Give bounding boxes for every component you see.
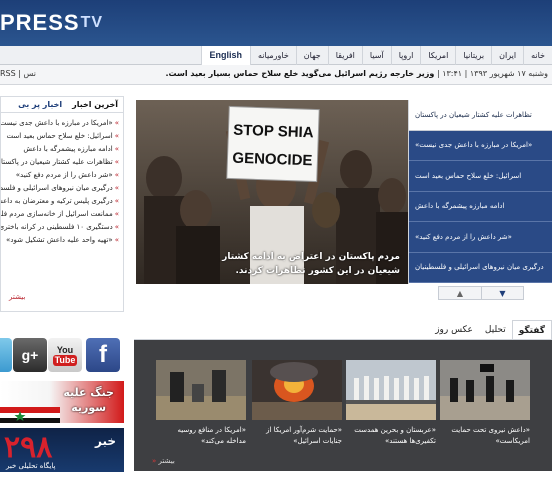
facebook-icon[interactable]: f — [86, 338, 120, 372]
gplus-label: g+ — [21, 347, 39, 363]
list-item[interactable]: درگیری میان نیروهای اسرائیلی و فلسطینی — [1, 182, 119, 195]
sign-text-2: GENOCIDE — [232, 150, 313, 170]
media-tabs: گفتگو تحلیل عکس روز — [420, 320, 552, 340]
video-item[interactable]: «عربستان و بحرین همدست تکفیری‌ها هستند» — [346, 360, 436, 447]
video-caption: «حمایت شرم‌آور امریکا از جنایات اسرائیل» — [266, 426, 342, 445]
slider-arrows: ▲ ▼ — [438, 286, 524, 300]
logo-tv: TV — [80, 14, 104, 31]
youtube-icon[interactable]: You Tube — [48, 338, 82, 372]
list-item[interactable]: «تهیه واحد علیه داعش تشکیل شود» — [1, 234, 119, 247]
video-thumbnail — [252, 360, 342, 420]
site-header: PRESS TV — [0, 0, 552, 46]
war-line-1: جنگ علیه — [63, 386, 114, 399]
video-thumbnail — [156, 360, 246, 420]
latest-tabs: آخرین اخبار اخبار پر بی — [1, 97, 123, 113]
nav-britain[interactable]: بریتانیا — [455, 45, 491, 65]
khabar-word: خبر — [94, 434, 116, 448]
gallery-more-link[interactable]: بیشتر — [152, 457, 175, 465]
tab-interview[interactable]: گفتگو — [511, 320, 552, 340]
headline-item[interactable]: درگیری میان نیروهای اسرائیلی و فلسطینیان — [409, 252, 552, 283]
nav-home[interactable]: خانه — [523, 45, 552, 65]
date-headline-bar: وشنبه ۱۷ شهریور ۱۳۹۳ | ۱۳:۴۱ | وزیر خارج… — [166, 69, 549, 78]
list-item[interactable]: دستگیری ۱۰ فلسطینی در کرانه باختری — [1, 221, 119, 234]
war-on-syria-banner[interactable]: جنگ علیه سوریه — [0, 381, 124, 423]
news-ticker: RSS | نس وشنبه ۱۷ شهریور ۱۳۹۳ | ۱۳:۴۱ | … — [0, 65, 552, 85]
ticker-headline[interactable]: وزیر خارجه رژیم اسرائیل می‌گوید خلع سلاح… — [166, 69, 435, 78]
featured-slider[interactable]: STOP SHIA GENOCIDE مردم پاکستان در اعترا… — [136, 100, 408, 284]
google-plus-icon[interactable]: g+ — [13, 338, 47, 372]
presstv-logo[interactable]: PRESS TV — [0, 10, 103, 36]
chevron-down-icon: ▼ — [499, 288, 506, 298]
tab-popular-news[interactable]: اخبار پر بی — [13, 97, 67, 112]
video-item[interactable]: «داعش نیروی تحت حمایت امریکاست» — [440, 360, 530, 447]
video-item[interactable]: «حمایت شرم‌آور امریکا از جنایات اسرائیل» — [252, 360, 342, 447]
khabar-banner[interactable]: ۲۹۸ خبر پایگاه تحلیلی خبر — [0, 428, 124, 472]
slider-headlines: تظاهرات علیه کشتار شیعیان در پاکستان «ام… — [408, 100, 552, 284]
nav-spacer — [0, 46, 160, 65]
headline-item[interactable]: «امریکا در مبارزه با داعش جدی نیست» — [409, 130, 552, 161]
main-nav: خانه ایران بریتانیا امریکا اروپا آسیا اف… — [160, 45, 552, 65]
khabar-number: ۲۹۸ — [4, 431, 53, 464]
headline-item[interactable]: اسرائیل: خلع سلاح حماس بعید است — [409, 161, 552, 192]
nav-asia[interactable]: آسیا — [361, 45, 391, 65]
video-caption: «عربستان و بحرین همدست تکفیری‌ها هستند» — [354, 426, 436, 445]
list-item[interactable]: اسرائیل: خلع سلاح حماس بعید است — [1, 130, 119, 143]
youtube-tube: Tube — [52, 354, 78, 366]
nav-middle-east[interactable]: خاورمیانه — [250, 45, 296, 65]
logo-text: PRESS — [0, 10, 80, 35]
latest-more-link[interactable]: بیشتر — [9, 293, 25, 301]
video-thumbnail — [346, 360, 436, 420]
facebook-label: f — [99, 341, 107, 368]
nav-america[interactable]: امریکا — [420, 45, 455, 65]
chevron-up-icon: ▲ — [456, 288, 464, 298]
nav-europe[interactable]: اروپا — [390, 45, 421, 65]
video-caption: «امریکا در منافع روسیه مداخله می‌کند» — [177, 426, 246, 445]
list-item[interactable]: ادامه مبارزه پیشمرگه با داعش — [1, 143, 119, 156]
list-item[interactable]: تظاهرات علیه کشتار شیعیان در پاکستان — [1, 156, 119, 169]
rss-link[interactable]: RSS | نس — [0, 69, 36, 78]
list-item[interactable]: ممانعت اسرائیل از خانه‌سازی مردم فلسطین — [1, 208, 119, 221]
headline-item[interactable]: ادامه مبارزه پیشمرگه با داعش — [409, 191, 552, 222]
tab-analysis[interactable]: تحلیل — [479, 320, 512, 340]
war-line-2: سوریه — [71, 401, 107, 414]
nav-africa[interactable]: افریقا — [327, 45, 362, 65]
list-item[interactable]: «شر داعش را از مردم دفع کنید» — [1, 169, 119, 182]
twitter-icon[interactable] — [0, 338, 12, 372]
khabar-tagline: پایگاه تحلیلی خبر — [6, 462, 56, 470]
tab-latest-news[interactable]: آخرین اخبار — [67, 97, 123, 112]
war-banner-text: جنگ علیه سوریه — [63, 385, 114, 415]
list-item[interactable]: درگیری پلیس ترکیه و معترضان به داعش — [1, 195, 119, 208]
social-links: g+ You Tube f — [0, 338, 124, 378]
latest-news-box: آخرین اخبار اخبار پر بی «امریکا در مبارز… — [0, 96, 124, 312]
youtube-you: You — [56, 344, 74, 355]
video-caption: «داعش نیروی تحت حمایت امریکاست» — [451, 426, 530, 445]
slider-caption[interactable]: مردم پاکستان در اعتراض به ادامه کشتار شی… — [222, 250, 400, 278]
video-gallery: «داعش نیروی تحت حمایت امریکاست» «عربستان… — [134, 340, 552, 471]
headline-item[interactable]: «شر داعش را از مردم دفع کنید» — [409, 222, 552, 253]
arrow-up-button[interactable]: ▲ — [439, 287, 481, 299]
nav-world[interactable]: جهان — [295, 45, 328, 65]
nav-iran[interactable]: ایران — [491, 45, 523, 65]
list-item[interactable]: «امریکا در مبارزه با داعش جدی نیست» — [1, 117, 119, 130]
video-thumbnail — [440, 360, 530, 420]
headline-item[interactable]: تظاهرات علیه کشتار شیعیان در پاکستان — [409, 100, 552, 131]
video-item[interactable]: «امریکا در منافع روسیه مداخله می‌کند» — [156, 360, 246, 447]
latest-news-list: «امریکا در مبارزه با داعش جدی نیست» اسرا… — [1, 113, 123, 247]
sign-text-1: STOP SHIA — [233, 122, 314, 142]
tab-photo-of-day[interactable]: عکس روز — [429, 320, 479, 340]
arrow-down-button[interactable]: ▼ — [481, 287, 523, 299]
nav-english[interactable]: English — [200, 45, 251, 65]
date-text: وشنبه ۱۷ شهریور ۱۳۹۳ | ۱۳:۴۱ | — [436, 69, 548, 78]
